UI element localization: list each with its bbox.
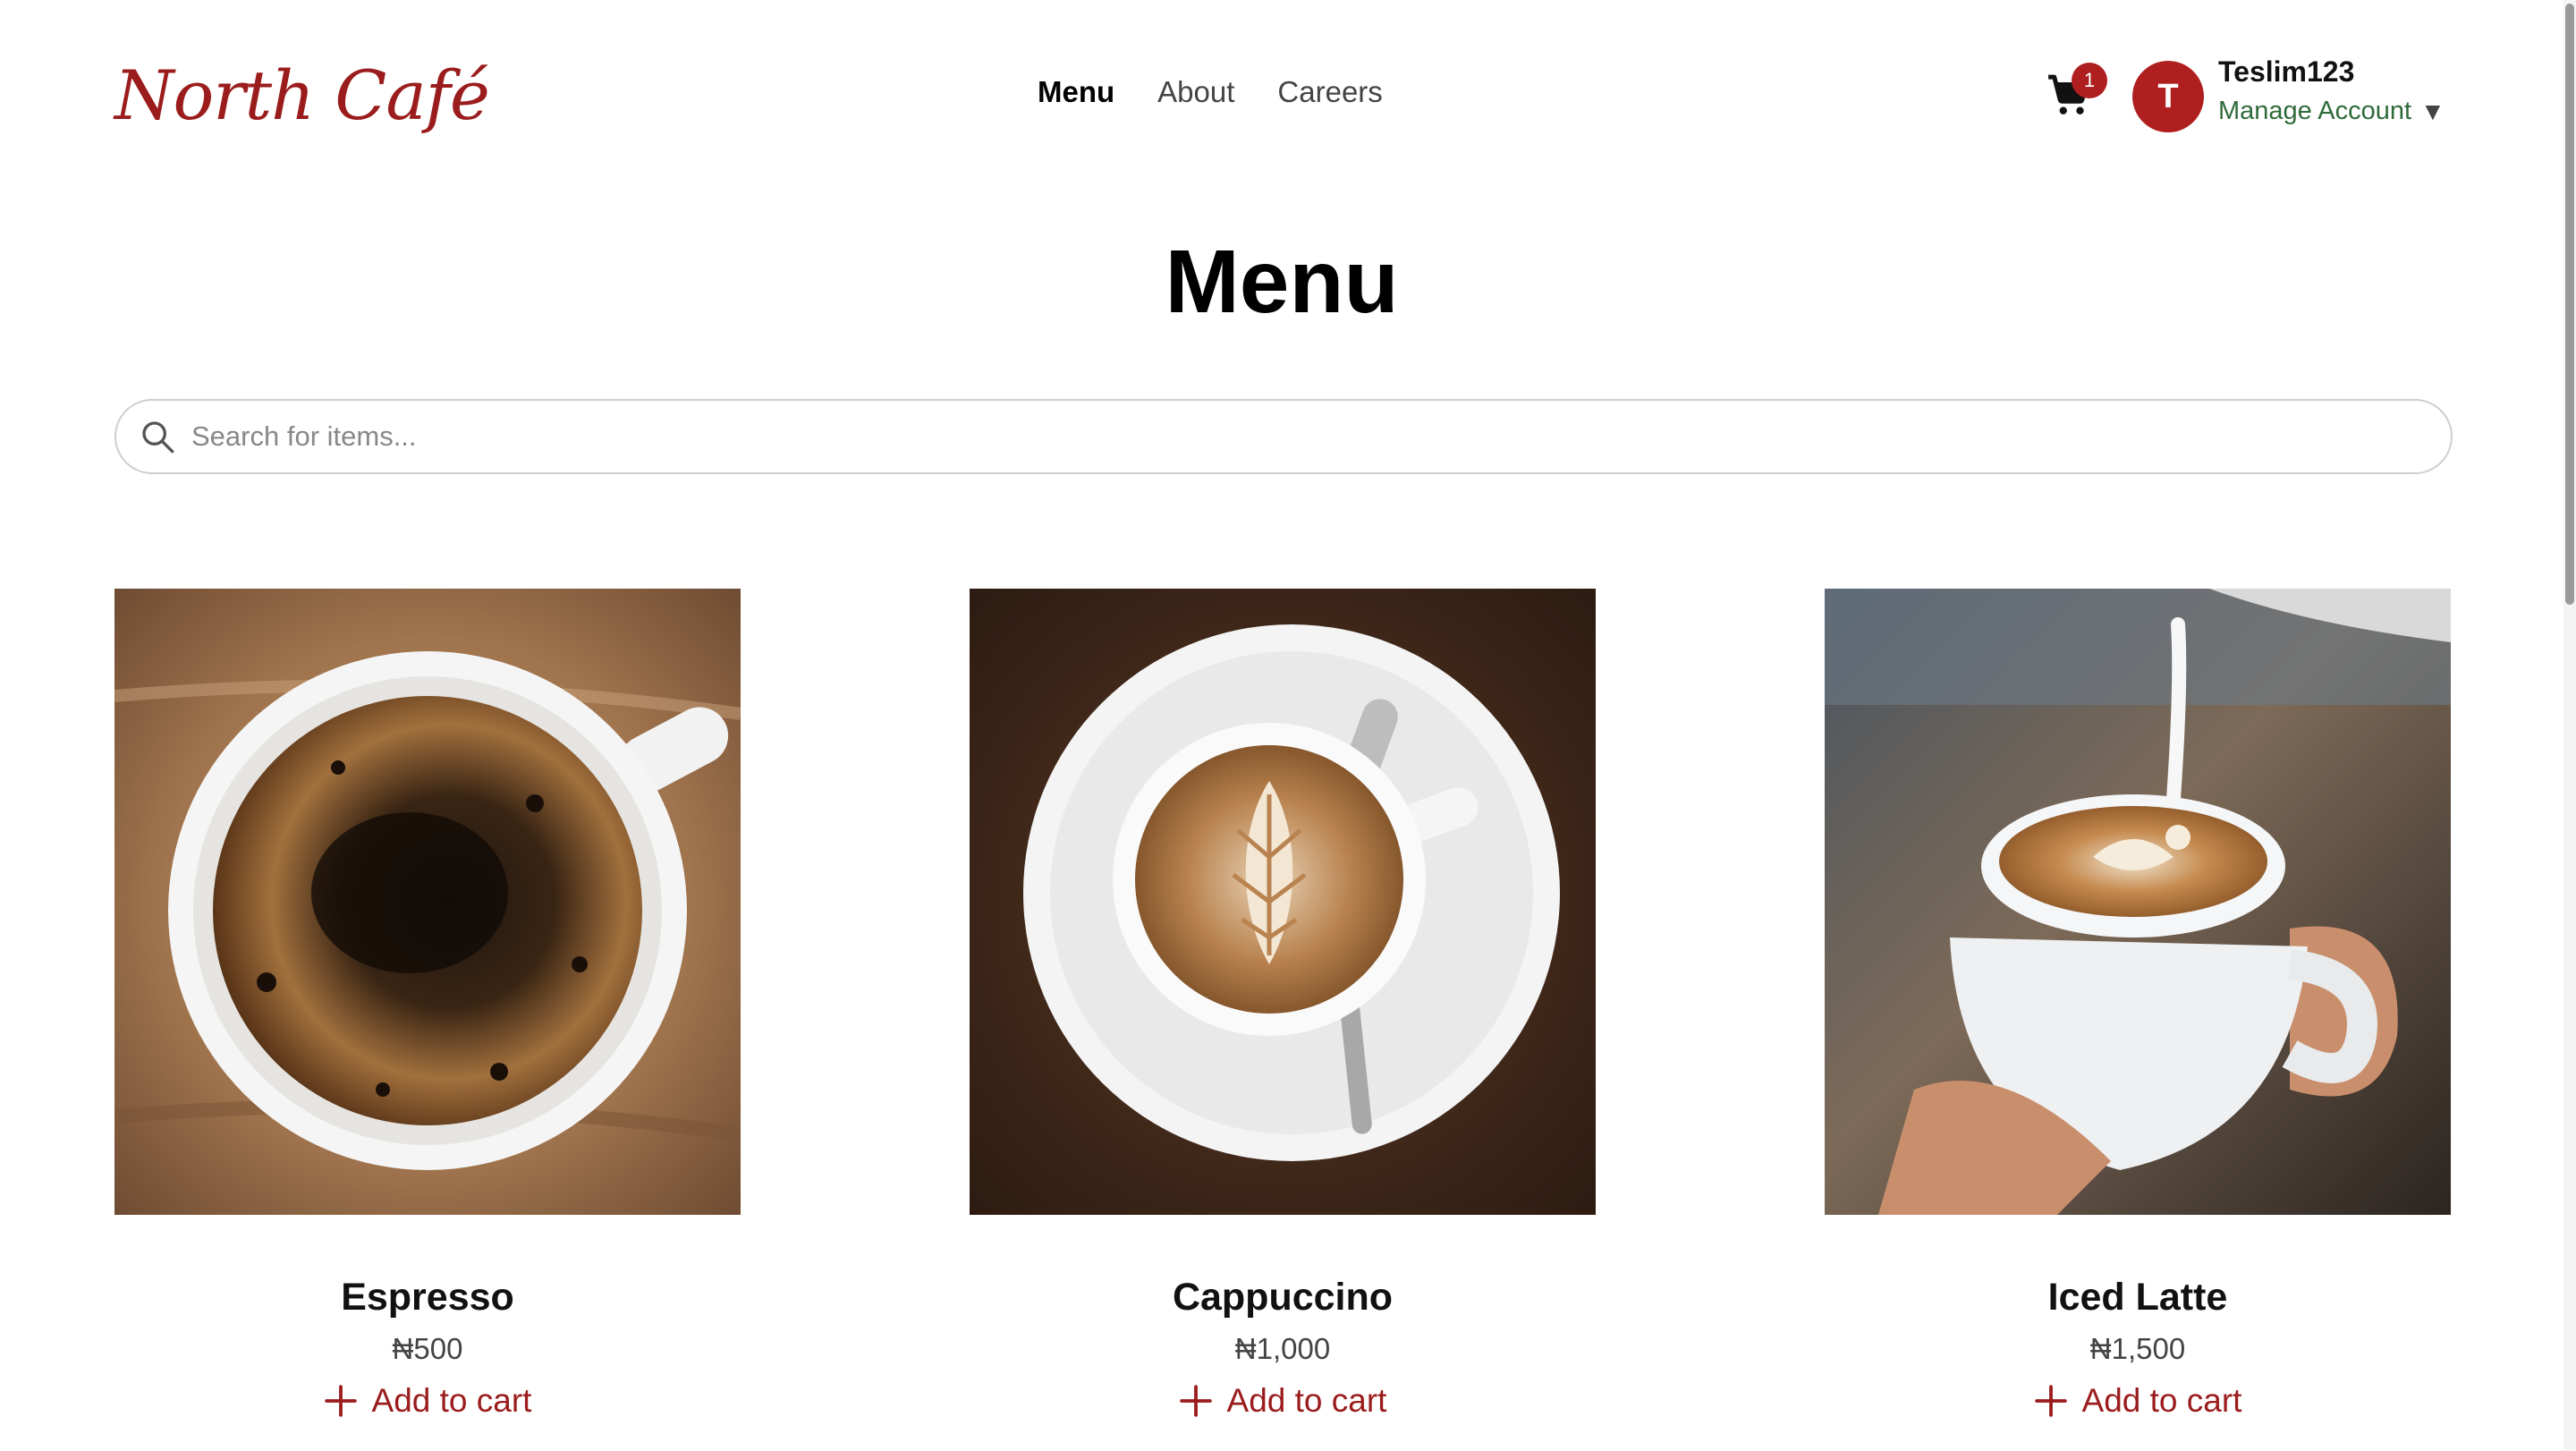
cart-button[interactable]: 1 <box>2046 63 2107 118</box>
plus-icon <box>2034 1385 2067 1417</box>
main-nav: Menu About Careers <box>1038 75 1383 109</box>
nav-about[interactable]: About <box>1157 75 1234 109</box>
plus-icon <box>324 1385 357 1417</box>
add-to-cart-button[interactable]: Add to cart <box>970 1382 1596 1420</box>
espresso-photo <box>114 589 741 1215</box>
manage-account-label: Manage Account <box>2218 97 2412 125</box>
add-to-cart-label: Add to cart <box>371 1382 532 1419</box>
add-to-cart-label: Add to cart <box>1226 1382 1387 1419</box>
cart-count-badge: 1 <box>2072 63 2107 98</box>
scrollbar-thumb[interactable] <box>2565 4 2574 605</box>
brand-logo[interactable]: North Café <box>114 55 490 135</box>
search-input[interactable] <box>191 420 2338 453</box>
plus-icon <box>1179 1385 1212 1417</box>
product-name: Cappuccino <box>1172 1276 1394 1319</box>
product-name: Espresso <box>341 1276 514 1319</box>
iced-latte-photo <box>1825 589 2451 1215</box>
add-to-cart-button[interactable]: Add to cart <box>114 1382 741 1420</box>
product-price: ₦1,500 <box>2089 1332 2186 1365</box>
product-price: ₦500 <box>392 1332 463 1365</box>
avatar[interactable]: T <box>2132 61 2204 132</box>
manage-account-link[interactable]: Manage Account ▼ <box>2218 97 2445 126</box>
page: North Café Menu About Careers 1 T Teslim… <box>0 0 2576 1451</box>
username: Teslim123 <box>2218 55 2355 88</box>
search-bar[interactable] <box>114 399 2453 474</box>
add-to-cart-label: Add to cart <box>2081 1382 2242 1419</box>
nav-menu[interactable]: Menu <box>1038 75 1114 109</box>
search-icon <box>142 421 174 454</box>
caret-down-icon: ▼ <box>2420 97 2445 125</box>
add-to-cart-button[interactable]: Add to cart <box>1825 1382 2451 1420</box>
product-price: ₦1,000 <box>1234 1332 1331 1365</box>
product-name: Iced Latte <box>2047 1276 2228 1319</box>
product-card-cappuccino: Cappuccino ₦1,000 Add to cart <box>970 589 1596 1420</box>
page-title: Menu <box>1165 232 1399 332</box>
product-card-espresso: Espresso ₦500 Add to cart <box>114 589 741 1420</box>
product-card-iced-latte: Iced Latte ₦1,500 Add to cart <box>1825 589 2451 1420</box>
cappuccino-photo <box>970 589 1596 1215</box>
nav-careers[interactable]: Careers <box>1277 75 1382 109</box>
